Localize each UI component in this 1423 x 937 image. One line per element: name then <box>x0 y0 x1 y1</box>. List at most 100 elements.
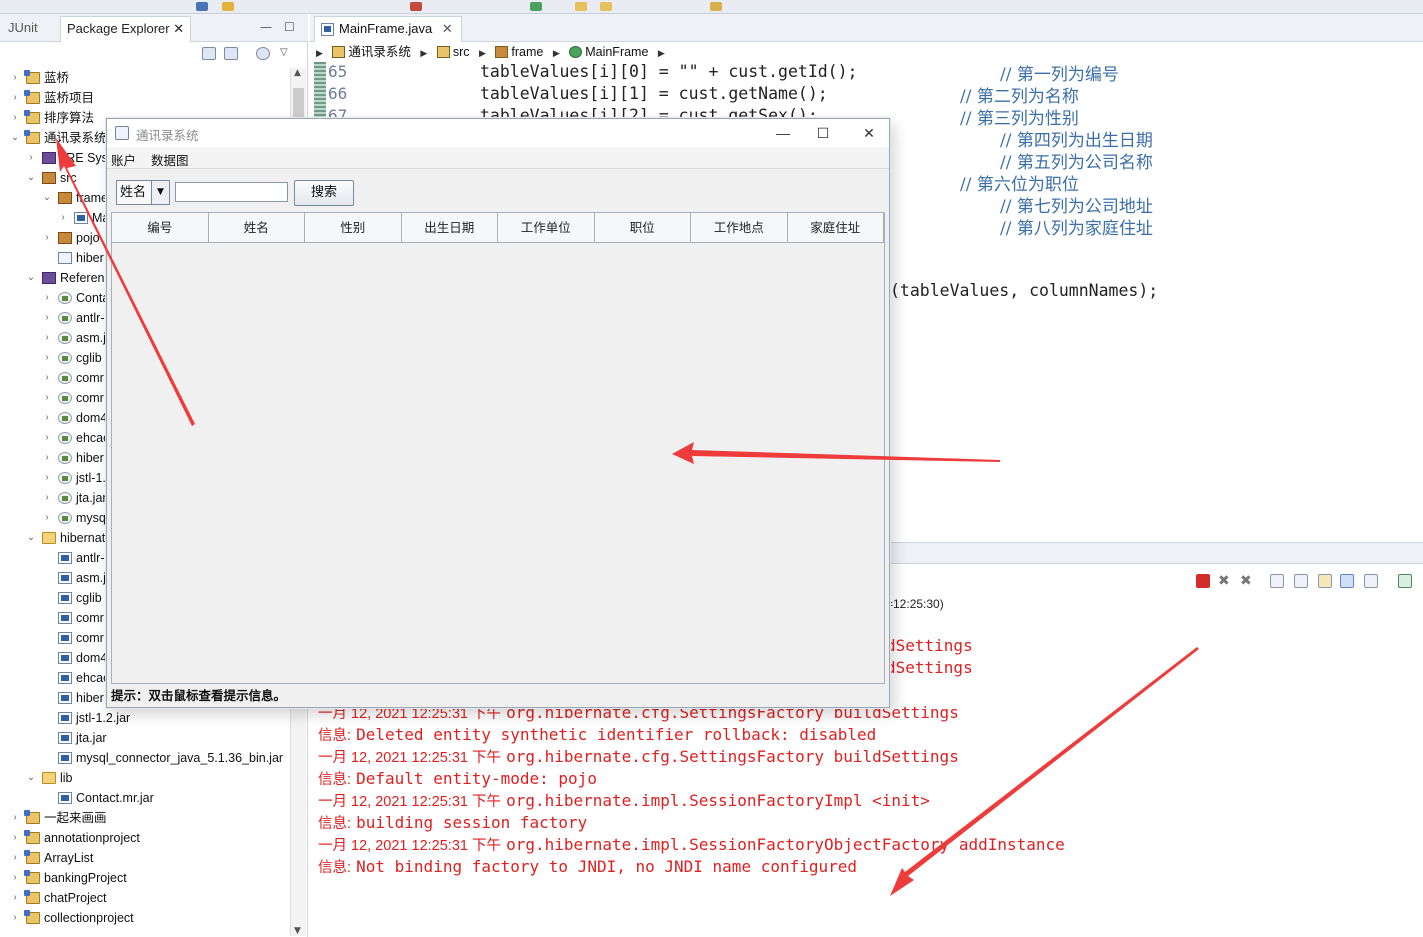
console-line: 信息: building session factory <box>318 812 587 833</box>
refresh-icon[interactable] <box>530 2 542 11</box>
chevron-right-icon[interactable]: › <box>42 368 52 388</box>
tab-mainframe-java[interactable]: MainFrame.java ✕ <box>314 16 462 42</box>
tree-item-label: chatProject <box>44 891 107 905</box>
chevron-down-icon[interactable]: ⌄ <box>26 528 36 548</box>
chevron-right-icon[interactable]: › <box>10 828 20 848</box>
search-input[interactable] <box>175 182 288 202</box>
chevron-down-icon[interactable]: ⌄ <box>26 268 36 288</box>
chevron-right-icon[interactable]: › <box>10 908 20 928</box>
link-editor-icon[interactable] <box>224 47 238 60</box>
column-header[interactable]: 工作地点 <box>691 213 788 243</box>
close-icon[interactable]: ✕ <box>442 21 453 36</box>
package-icon <box>42 172 56 184</box>
chevron-right-icon[interactable]: › <box>10 888 20 908</box>
chevron-right-icon[interactable]: › <box>10 108 20 128</box>
column-header[interactable]: 性别 <box>305 213 402 243</box>
maximize-button[interactable]: ☐ <box>803 121 843 145</box>
column-header[interactable]: 编号 <box>112 213 209 243</box>
tab-junit[interactable]: JUnit <box>8 20 38 35</box>
tree-item-label: jstl-1.2.jar <box>76 711 131 725</box>
focus-icon[interactable] <box>256 47 270 60</box>
clear-console-icon[interactable] <box>1270 574 1284 588</box>
chevron-right-icon[interactable]: › <box>42 348 52 368</box>
tree-item-label: lib <box>60 771 73 785</box>
chevron-right-icon[interactable]: › <box>42 488 52 508</box>
chevron-right-icon[interactable]: › <box>10 88 20 108</box>
collapse-all-icon[interactable] <box>202 47 216 60</box>
chevron-right-icon[interactable]: › <box>42 328 52 348</box>
pin-console-icon[interactable] <box>1364 574 1378 588</box>
console-line: dSettings <box>886 636 973 655</box>
scroll-lock-icon[interactable] <box>1294 574 1308 588</box>
stop-icon[interactable] <box>410 2 422 11</box>
chevron-right-icon[interactable]: › <box>10 868 20 888</box>
chevron-right-icon[interactable]: › <box>10 848 20 868</box>
breadcrumb-class[interactable]: MainFrame <box>569 42 648 62</box>
column-header[interactable]: 工作单位 <box>498 213 595 243</box>
scroll-down-icon[interactable]: ▼ <box>294 926 301 936</box>
maximize-icon[interactable]: ☐ <box>284 20 295 34</box>
breadcrumb: ▶ 通讯录系统 ▶ src ▶ frame ▶ MainFrame ▶ <box>316 42 671 62</box>
remove-launch-icon[interactable]: ✖ <box>1218 574 1232 588</box>
chevron-right-icon[interactable]: › <box>10 68 20 88</box>
chevron-right-icon[interactable]: › <box>26 148 36 168</box>
package-icon[interactable] <box>710 2 722 11</box>
view-menu-icon[interactable]: ▽ <box>280 47 294 60</box>
chevron-down-icon[interactable]: ⌄ <box>10 128 20 148</box>
chevron-right-icon[interactable]: › <box>42 408 52 428</box>
column-header[interactable]: 姓名 <box>209 213 305 243</box>
folder-icon <box>42 532 56 544</box>
tree-item-label: 一起来画画 <box>44 811 107 825</box>
menu-chart[interactable]: 数据图 <box>151 150 189 169</box>
breadcrumb-src[interactable]: src <box>436 42 469 62</box>
search-field-select[interactable]: 姓名 ▼ <box>116 180 170 205</box>
search-button[interactable]: 搜索 <box>294 180 354 206</box>
minimize-icon[interactable]: — <box>260 20 272 34</box>
tab-package-explorer[interactable]: Package Explorer ✕ <box>60 16 192 42</box>
remove-all-icon[interactable]: ✖ <box>1240 574 1254 588</box>
breadcrumb-project[interactable]: 通讯录系统 <box>332 42 411 62</box>
folder-icon[interactable] <box>575 2 587 11</box>
run-icon[interactable] <box>196 2 208 11</box>
menu-account[interactable]: 账户 <box>111 150 136 169</box>
class-icon <box>569 46 583 58</box>
view-tabs: JUnit Package Explorer ✕ — ☐ <box>0 14 308 42</box>
debug-icon[interactable] <box>222 2 234 11</box>
breadcrumb-frame[interactable]: frame <box>495 42 543 62</box>
chevron-right-icon[interactable]: › <box>42 468 52 488</box>
chevron-right-icon[interactable]: › <box>42 388 52 408</box>
console-process-label: =12:25:30) <box>886 597 944 611</box>
terminate-icon[interactable] <box>1196 574 1210 588</box>
chevron-right-icon[interactable]: › <box>42 508 52 528</box>
word-wrap-icon[interactable] <box>1318 574 1332 588</box>
open-console-icon[interactable] <box>1398 574 1412 588</box>
column-header[interactable]: 出生日期 <box>402 213 498 243</box>
close-icon[interactable]: ✕ <box>173 21 184 36</box>
main-toolbar <box>0 0 1423 14</box>
tab-label: Package Explorer <box>67 21 170 36</box>
chevron-right-icon[interactable]: › <box>10 808 20 828</box>
close-button[interactable]: ✕ <box>849 121 889 145</box>
chevron-right-icon[interactable]: › <box>42 308 52 328</box>
scroll-up-icon[interactable]: ▲ <box>294 68 301 78</box>
tree-item-label: pojo <box>76 231 100 245</box>
chevron-right-icon[interactable]: › <box>42 288 52 308</box>
chevron-down-icon[interactable]: ⌄ <box>26 168 36 188</box>
chevron-down-icon[interactable]: ▼ <box>151 181 169 204</box>
tree-item-label: Conta <box>76 291 110 305</box>
show-console-icon[interactable] <box>1340 574 1354 588</box>
chevron-right-icon[interactable]: › <box>42 448 52 468</box>
column-header[interactable]: 职位 <box>595 213 691 243</box>
window-titlebar[interactable]: 通讯录系统 — ☐ ✕ <box>107 119 889 147</box>
chevron-right-icon: ▶ <box>316 48 323 58</box>
chevron-right-icon[interactable]: › <box>42 228 52 248</box>
contacts-table[interactable]: 编号 姓名 性别 出生日期 工作单位 职位 工作地点 家庭住址 <box>111 212 885 684</box>
chevron-down-icon[interactable]: ⌄ <box>42 188 52 208</box>
folder-icon[interactable] <box>600 2 612 11</box>
column-header[interactable]: 家庭住址 <box>788 213 884 243</box>
minimize-button[interactable]: — <box>763 121 803 145</box>
chevron-right-icon[interactable]: › <box>58 208 68 228</box>
scroll-thumb[interactable] <box>293 88 304 118</box>
chevron-right-icon[interactable]: › <box>42 428 52 448</box>
chevron-down-icon[interactable]: ⌄ <box>26 768 36 788</box>
